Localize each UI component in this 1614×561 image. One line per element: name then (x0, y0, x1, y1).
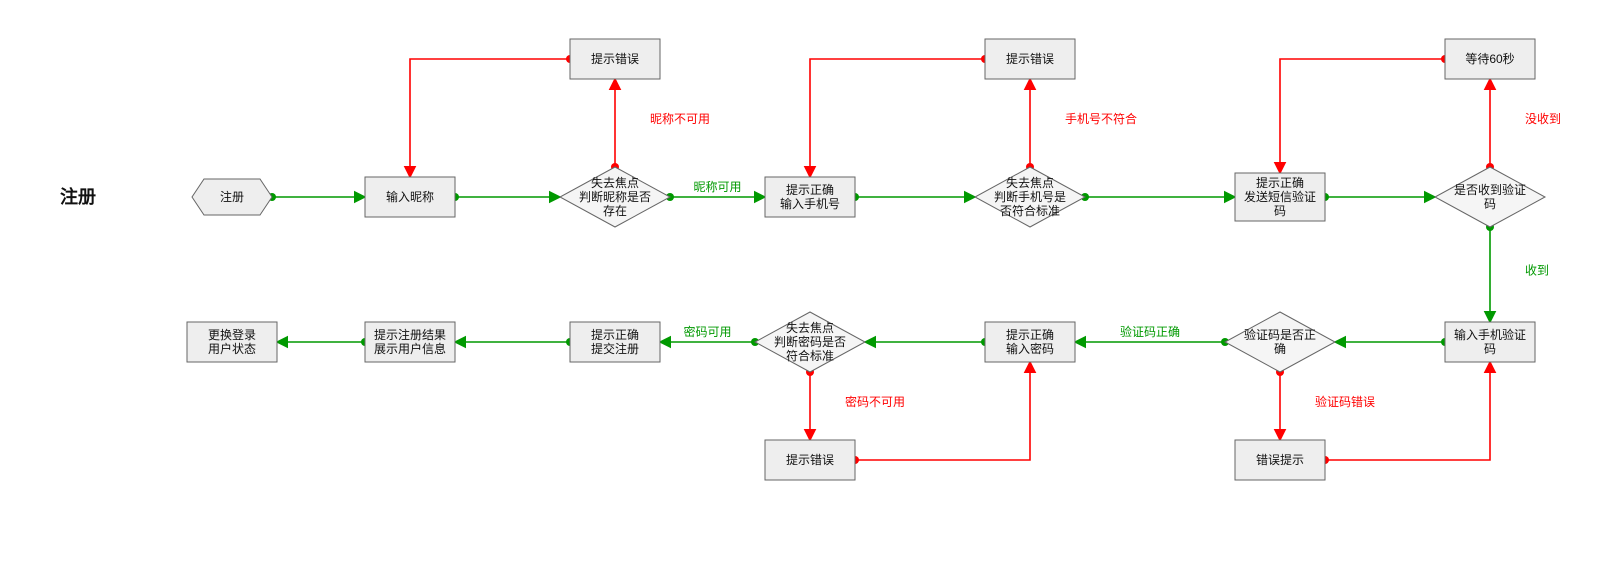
node-decSms: 是否收到验证码 (1435, 167, 1545, 227)
node-label: 更换登录用户状态 (208, 327, 256, 356)
edge-label: 密码可用 (683, 324, 731, 339)
node-smsPrompt: 提示正确发送短信验证码 (1235, 173, 1325, 221)
section-title: 注册 (60, 186, 96, 207)
node-wait: 等待60秒 (1445, 39, 1535, 79)
node-label: 提示注册结果展示用户信息 (374, 327, 446, 356)
node-label: 提示错误 (1006, 51, 1054, 66)
node-submitOk: 提示正确提交注册 (570, 322, 660, 362)
node-label: 提示错误 (591, 51, 639, 66)
edge-label: 没收到 (1525, 111, 1561, 126)
edge-label: 手机号不符合 (1065, 111, 1137, 126)
node-inputCode: 输入手机验证码 (1445, 322, 1535, 362)
edge-label: 密码不可用 (845, 394, 905, 409)
edge-label: 收到 (1525, 264, 1549, 278)
node-nick: 输入昵称 (365, 177, 455, 217)
node-regResult: 提示注册结果展示用户信息 (365, 322, 455, 362)
node-decPhone: 失去焦点判断手机号是否符合标准 (975, 167, 1085, 227)
node-codeErr: 错误提示 (1235, 440, 1325, 480)
node-phonePrompt: 提示正确输入手机号 (765, 177, 855, 217)
node-decCode: 验证码是否正确 (1225, 312, 1335, 372)
node-label: 错误提示 (1256, 452, 1304, 467)
node-label: 提示正确输入密码 (1006, 327, 1054, 356)
node-start: 注册 (192, 179, 272, 215)
node-pwdErr: 提示错误 (765, 440, 855, 480)
edge-label: 昵称可用 (693, 180, 741, 194)
node-label: 注册 (220, 189, 244, 204)
node-label: 等待60秒 (1465, 52, 1514, 66)
node-decNick: 失去焦点判断昵称是否存在 (560, 167, 670, 227)
edge-label: 昵称不可用 (650, 112, 710, 126)
node-label: 提示正确输入手机号 (780, 182, 840, 211)
edges-layer: 昵称可用 昵称不可用 手机号不符合 没收到收到验证码正确验证码错误 密码可用密码不可用 (272, 59, 1561, 460)
node-updateState: 更换登录用户状态 (187, 322, 277, 362)
flowchart: 注册 昵称可用 昵称不可用 手机号不符合 没收到收到验证码正确验证码错误 密码可用密码不可… (0, 0, 1614, 561)
nodes-layer: 注册输入昵称失去焦点判断昵称是否存在提示错误提示正确输入手机号失去焦点判断手机号… (187, 39, 1545, 480)
node-label: 提示错误 (786, 452, 834, 467)
node-inputPwd: 提示正确输入密码 (985, 322, 1075, 362)
edge-label: 验证码正确 (1120, 324, 1180, 339)
edge-label: 验证码错误 (1315, 394, 1375, 409)
node-nickErr: 提示错误 (570, 39, 660, 79)
node-label: 提示正确提交注册 (591, 327, 639, 356)
node-decPwd: 失去焦点判断密码是否符合标准 (755, 312, 865, 372)
node-label: 输入昵称 (386, 189, 434, 204)
node-phoneErr: 提示错误 (985, 39, 1075, 79)
